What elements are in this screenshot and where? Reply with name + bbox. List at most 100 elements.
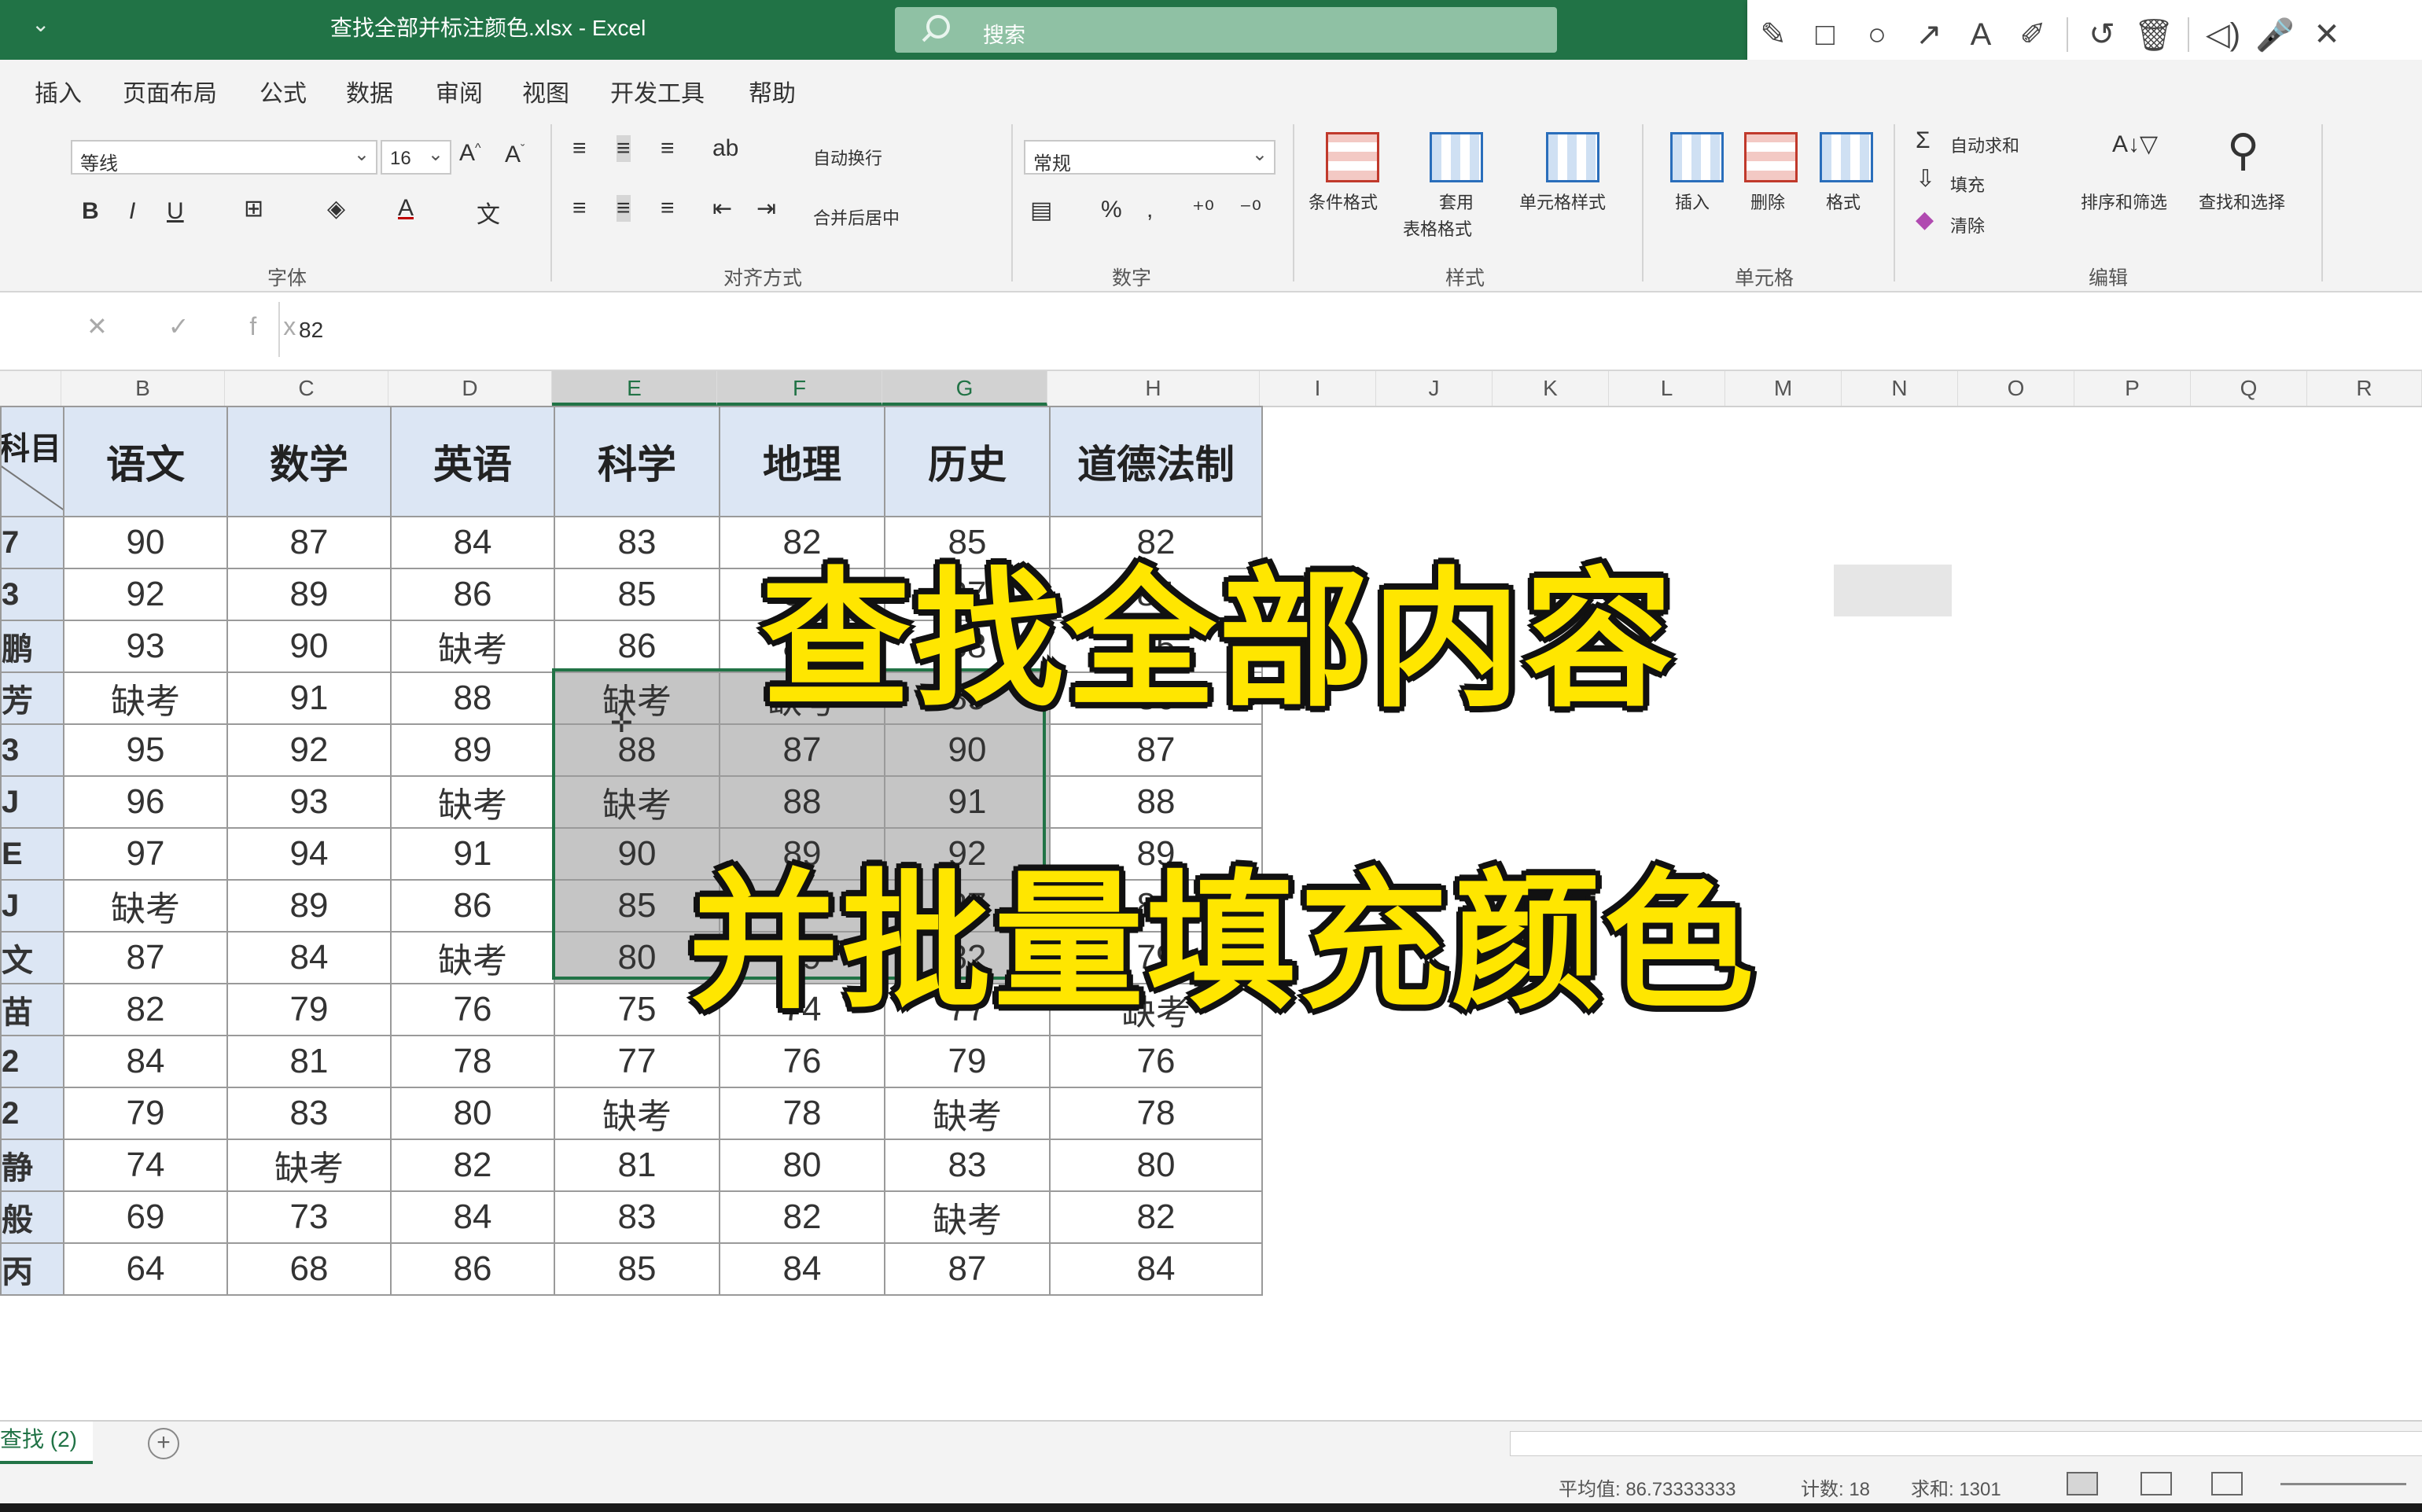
score-cell[interactable]: 缺考 bbox=[390, 931, 555, 984]
name-cell[interactable]: 丙 bbox=[0, 1242, 64, 1296]
column-header-c[interactable]: C bbox=[225, 371, 388, 406]
score-cell[interactable]: 缺考 bbox=[554, 671, 720, 725]
name-cell[interactable]: 2 bbox=[0, 1035, 64, 1088]
name-cell[interactable]: 3 bbox=[0, 723, 64, 777]
indent-decrease-icon[interactable]: ⇤ bbox=[712, 195, 732, 223]
score-cell[interactable]: 83 bbox=[554, 1190, 720, 1244]
score-cell[interactable]: 74 bbox=[63, 1139, 228, 1192]
name-cell[interactable]: 3 bbox=[0, 568, 64, 621]
clear-label[interactable]: 清除 bbox=[1950, 212, 1985, 237]
sort-filter-label[interactable]: 排序和筛选 bbox=[2081, 189, 2167, 214]
circle-icon[interactable]: ○ bbox=[1851, 17, 1903, 53]
sheet-tab[interactable]: 查找 (2) bbox=[0, 1422, 94, 1464]
name-cell[interactable]: 般 bbox=[0, 1190, 64, 1244]
header-cell[interactable]: 语文 bbox=[63, 406, 228, 517]
close-icon[interactable]: ✕ bbox=[2301, 17, 2353, 53]
column-header-p[interactable]: P bbox=[2074, 371, 2191, 406]
rectangle-icon[interactable]: □ bbox=[1799, 17, 1851, 53]
font-color-icon[interactable]: A bbox=[398, 195, 414, 222]
underline-icon[interactable]: U bbox=[167, 198, 184, 225]
name-cell[interactable]: 7 bbox=[0, 516, 64, 569]
increase-font-icon[interactable]: A^ bbox=[459, 140, 481, 167]
cell-style-label[interactable]: 单元格样式 bbox=[1519, 189, 1606, 214]
score-cell[interactable]: 88 bbox=[554, 723, 720, 777]
score-cell[interactable]: 84 bbox=[719, 1242, 885, 1296]
name-cell[interactable]: 鹏 bbox=[0, 620, 64, 673]
score-cell[interactable]: 69 bbox=[63, 1190, 228, 1244]
comma-icon[interactable]: , bbox=[1147, 197, 1153, 223]
score-cell[interactable]: 76 bbox=[390, 983, 555, 1036]
score-cell[interactable]: 94 bbox=[226, 827, 392, 881]
column-header-i[interactable]: I bbox=[1260, 371, 1376, 406]
header-cell[interactable]: 地理 bbox=[719, 406, 885, 517]
name-cell[interactable]: 芳 bbox=[0, 671, 64, 725]
font-name-select[interactable]: 等线 bbox=[71, 140, 377, 175]
score-cell[interactable]: 84 bbox=[390, 516, 555, 569]
highlighter-icon[interactable]: ✐ bbox=[2007, 17, 2059, 53]
decrease-font-icon[interactable]: Aˇ bbox=[505, 142, 525, 168]
score-cell[interactable]: 84 bbox=[390, 1190, 555, 1244]
score-cell[interactable]: 76 bbox=[1049, 1035, 1263, 1088]
score-cell[interactable]: 89 bbox=[390, 723, 555, 777]
score-cell[interactable]: 缺考 bbox=[390, 775, 555, 829]
score-cell[interactable]: 64 bbox=[63, 1242, 228, 1296]
score-cell[interactable]: 86 bbox=[390, 879, 555, 933]
column-header-h[interactable]: H bbox=[1047, 371, 1260, 406]
score-cell[interactable]: 78 bbox=[1049, 1087, 1263, 1140]
column-header-g[interactable]: G bbox=[882, 371, 1047, 406]
score-cell[interactable]: 90 bbox=[226, 620, 392, 673]
score-cell[interactable]: 86 bbox=[554, 620, 720, 673]
find-select-icon[interactable]: ⚲ bbox=[2227, 124, 2259, 176]
align-bottom-icon[interactable]: ≡ bbox=[661, 135, 675, 162]
corner-cell[interactable]: 科目 bbox=[0, 406, 64, 517]
score-cell[interactable]: 89 bbox=[226, 568, 392, 621]
page-break-view-icon[interactable] bbox=[2211, 1472, 2243, 1495]
format-cells-label[interactable]: 格式 bbox=[1826, 189, 1861, 214]
score-cell[interactable]: 81 bbox=[226, 1035, 392, 1088]
microphone-icon[interactable]: 🎤 bbox=[2249, 17, 2301, 53]
wrap-text-button[interactable]: 自动换行 bbox=[813, 145, 882, 170]
tab-review[interactable]: 审阅 bbox=[436, 74, 483, 109]
page-layout-view-icon[interactable] bbox=[2140, 1472, 2172, 1495]
score-cell[interactable]: 84 bbox=[1049, 1242, 1263, 1296]
fill-label[interactable]: 填充 bbox=[1950, 171, 1985, 197]
score-cell[interactable]: 78 bbox=[390, 1035, 555, 1088]
search-box[interactable]: 搜索 bbox=[895, 7, 1557, 53]
name-cell[interactable]: 静 bbox=[0, 1139, 64, 1192]
score-cell[interactable]: 80 bbox=[1049, 1139, 1263, 1192]
column-header-d[interactable]: D bbox=[388, 371, 552, 406]
align-top-icon[interactable]: ≡ bbox=[572, 135, 587, 162]
delete-cells-label[interactable]: 删除 bbox=[1750, 189, 1785, 214]
header-cell[interactable]: 历史 bbox=[884, 406, 1051, 517]
tab-help[interactable]: 帮助 bbox=[749, 74, 796, 109]
score-cell[interactable]: 80 bbox=[390, 1087, 555, 1140]
add-sheet-button[interactable]: + bbox=[148, 1428, 179, 1459]
tab-insert[interactable]: 插入 bbox=[35, 74, 82, 109]
header-cell[interactable]: 英语 bbox=[390, 406, 555, 517]
align-right-icon[interactable]: ≡ bbox=[661, 195, 675, 222]
score-cell[interactable]: 90 bbox=[63, 516, 228, 569]
number-format-select[interactable]: 常规 bbox=[1024, 140, 1275, 175]
score-cell[interactable]: 87 bbox=[63, 931, 228, 984]
phonetic-icon[interactable]: 文 bbox=[477, 195, 500, 230]
find-select-label[interactable]: 查找和选择 bbox=[2199, 189, 2285, 214]
score-cell[interactable]: 96 bbox=[63, 775, 228, 829]
table-format-label-2[interactable]: 表格格式 bbox=[1403, 215, 1472, 241]
insert-cells-label[interactable]: 插入 bbox=[1675, 189, 1710, 214]
score-cell[interactable]: 83 bbox=[226, 1087, 392, 1140]
score-cell[interactable]: 87 bbox=[226, 516, 392, 569]
cell-style-icon[interactable] bbox=[1546, 132, 1599, 182]
score-cell[interactable]: 68 bbox=[226, 1242, 392, 1296]
score-cell[interactable]: 97 bbox=[63, 827, 228, 881]
header-cell[interactable]: 道德法制 bbox=[1049, 406, 1263, 517]
score-cell[interactable]: 缺考 bbox=[390, 620, 555, 673]
sort-filter-icon[interactable]: A↓▽ bbox=[2112, 131, 2158, 158]
table-format-icon[interactable] bbox=[1430, 132, 1483, 182]
score-cell[interactable]: 86 bbox=[390, 568, 555, 621]
trash-icon[interactable]: 🗑 bbox=[2128, 17, 2180, 53]
pen-icon[interactable]: ✎ bbox=[1747, 17, 1799, 53]
delete-cells-icon[interactable] bbox=[1744, 132, 1798, 182]
score-cell[interactable]: 87 bbox=[884, 1242, 1051, 1296]
column-header-k[interactable]: K bbox=[1493, 371, 1609, 406]
row-header-corner[interactable] bbox=[0, 371, 61, 406]
